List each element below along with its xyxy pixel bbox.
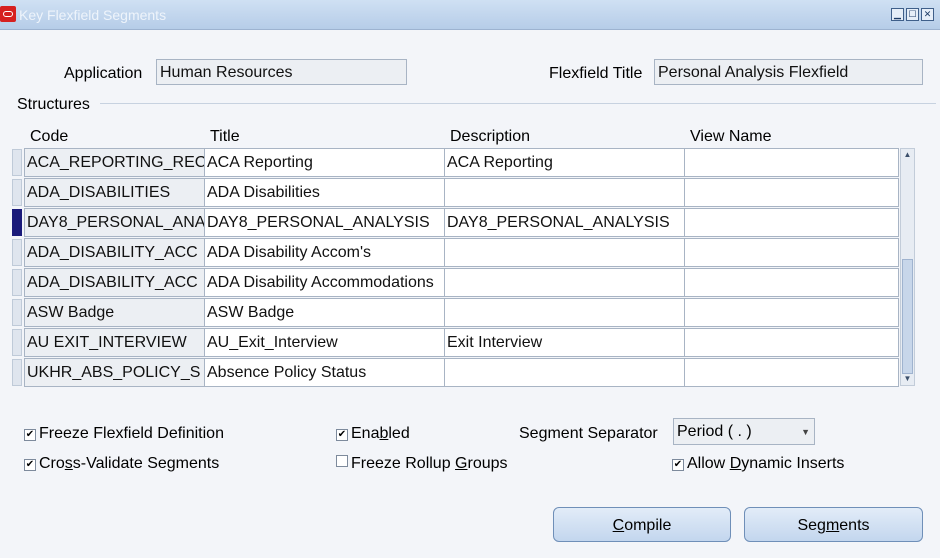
compile-button[interactable]: Compile xyxy=(553,507,731,542)
enabled-label: Enabled xyxy=(351,425,410,442)
cross-validate-label: Cross-Validate Segments xyxy=(39,455,220,472)
row-indicator[interactable] xyxy=(12,329,22,356)
row-indicator[interactable] xyxy=(12,359,22,386)
structures-label: Structures xyxy=(17,96,90,113)
structures-divider xyxy=(100,103,936,104)
freeze-rollup-label: Freeze Rollup Groups xyxy=(351,455,508,472)
close-icon[interactable]: ✕ xyxy=(921,8,934,21)
title-cell[interactable]: ADA Disability Accom's xyxy=(204,238,456,267)
view-name-cell[interactable] xyxy=(684,328,899,357)
oracle-logo-icon xyxy=(0,6,16,22)
description-cell[interactable] xyxy=(444,298,696,327)
title-cell[interactable]: ADA Disability Accommodations xyxy=(204,268,456,297)
description-cell[interactable]: ACA Reporting xyxy=(444,148,696,177)
table-scrollbar[interactable]: ▲ ▼ xyxy=(900,148,915,386)
title-cell[interactable]: AU_Exit_Interview xyxy=(204,328,456,357)
window-title: Key Flexfield Segments xyxy=(19,7,167,23)
segments-button[interactable]: Segments xyxy=(744,507,923,542)
code-cell[interactable]: UKHR_ABS_POLICY_S xyxy=(24,358,216,387)
row-indicator[interactable] xyxy=(12,269,22,296)
scroll-down-icon[interactable]: ▼ xyxy=(901,373,914,385)
segment-separator-label: Segment Separator xyxy=(519,425,658,442)
check-icon[interactable]: ✔ xyxy=(24,459,36,471)
code-cell[interactable]: ASW Badge xyxy=(24,298,216,327)
freeze-flexfield-label: Freeze Flexfield Definition xyxy=(39,425,224,442)
column-header-code: Code xyxy=(30,128,69,145)
title-cell[interactable]: ASW Badge xyxy=(204,298,456,327)
window-controls: ▁ ☐ ✕ xyxy=(891,8,934,21)
description-cell[interactable] xyxy=(444,238,696,267)
view-name-cell[interactable] xyxy=(684,298,899,327)
view-name-cell[interactable] xyxy=(684,148,899,177)
chevron-down-icon[interactable]: ▼ xyxy=(801,419,810,445)
check-icon[interactable]: ✔ xyxy=(24,429,36,441)
window-titlebar: Key Flexfield Segments ▁ ☐ ✕ xyxy=(0,0,940,30)
row-indicator[interactable] xyxy=(12,179,22,206)
description-cell[interactable]: Exit Interview xyxy=(444,328,696,357)
flexfield-title-label: Flexfield Title xyxy=(549,65,643,82)
code-cell[interactable]: AU EXIT_INTERVIEW xyxy=(24,328,216,357)
description-cell[interactable]: DAY8_PERSONAL_ANALYSIS xyxy=(444,208,696,237)
maximize-icon[interactable]: ☐ xyxy=(906,8,919,21)
column-header-view-name: View Name xyxy=(690,128,772,145)
enabled-checkbox[interactable]: ✔ Enabled xyxy=(336,425,410,443)
description-cell[interactable] xyxy=(444,268,696,297)
title-cell[interactable]: ACA Reporting xyxy=(204,148,456,177)
application-field[interactable]: Human Resources xyxy=(156,59,407,85)
row-indicator[interactable] xyxy=(12,149,22,176)
allow-dynamic-inserts-checkbox[interactable]: ✔ Allow Dynamic Inserts xyxy=(672,455,844,473)
column-header-description: Description xyxy=(450,128,531,145)
view-name-cell[interactable] xyxy=(684,238,899,267)
code-cell[interactable]: ADA_DISABILITY_ACC xyxy=(24,238,216,267)
description-cell[interactable] xyxy=(444,358,696,387)
segment-separator-value: Period ( . ) xyxy=(677,423,752,440)
scroll-up-icon[interactable]: ▲ xyxy=(901,149,914,161)
minimize-icon[interactable]: ▁ xyxy=(891,8,904,21)
title-cell[interactable]: DAY8_PERSONAL_ANALYSIS xyxy=(204,208,456,237)
allow-dynamic-label: Allow Dynamic Inserts xyxy=(687,455,845,472)
code-cell[interactable]: DAY8_PERSONAL_ANA xyxy=(24,208,216,237)
view-name-cell[interactable] xyxy=(684,178,899,207)
scroll-thumb[interactable] xyxy=(902,259,913,374)
column-header-title: Title xyxy=(210,128,240,145)
application-label: Application xyxy=(64,65,143,82)
description-cell[interactable] xyxy=(444,178,696,207)
title-cell[interactable]: Absence Policy Status xyxy=(204,358,456,387)
cross-validate-checkbox[interactable]: ✔ Cross-Validate Segments xyxy=(24,455,219,473)
checkbox-empty-icon[interactable] xyxy=(336,455,348,467)
view-name-cell[interactable] xyxy=(684,358,899,387)
segment-separator-select[interactable]: Period ( . ) ▼ xyxy=(673,418,815,445)
title-cell[interactable]: ADA Disabilities xyxy=(204,178,456,207)
row-indicator[interactable] xyxy=(12,239,22,266)
row-indicator-active[interactable] xyxy=(12,209,22,236)
code-cell[interactable]: ADA_DISABILITY_ACC xyxy=(24,268,216,297)
freeze-flexfield-checkbox[interactable]: ✔ Freeze Flexfield Definition xyxy=(24,425,224,443)
view-name-cell[interactable] xyxy=(684,268,899,297)
freeze-rollup-checkbox[interactable]: Freeze Rollup Groups xyxy=(336,455,508,473)
flexfield-title-field[interactable]: Personal Analysis Flexfield xyxy=(654,59,923,85)
row-indicator[interactable] xyxy=(12,299,22,326)
check-icon[interactable]: ✔ xyxy=(672,459,684,471)
view-name-cell[interactable] xyxy=(684,208,899,237)
code-cell[interactable]: ACA_REPORTING_REC xyxy=(24,148,216,177)
code-cell[interactable]: ADA_DISABILITIES xyxy=(24,178,216,207)
check-icon[interactable]: ✔ xyxy=(336,429,348,441)
